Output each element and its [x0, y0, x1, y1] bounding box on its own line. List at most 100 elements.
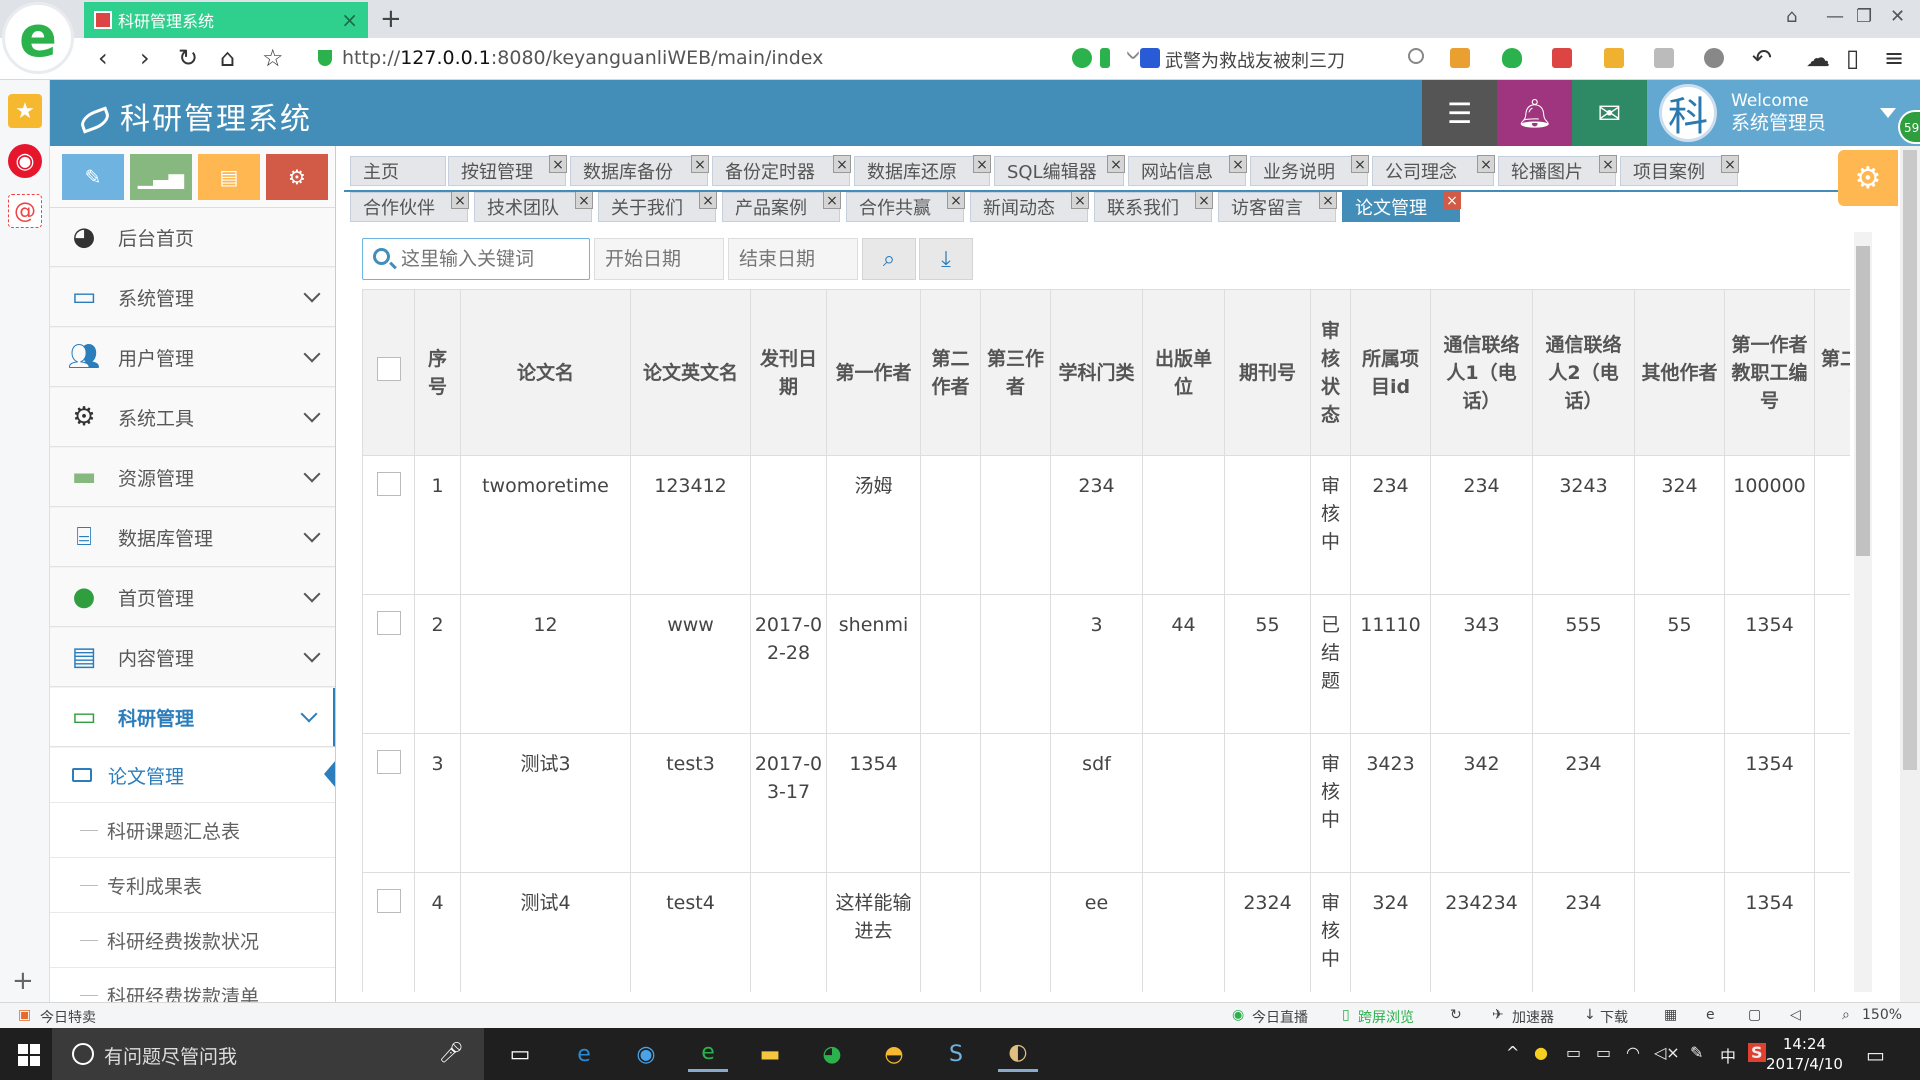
column-header[interactable]: 第三作者: [980, 289, 1051, 456]
row-checkbox[interactable]: [376, 472, 401, 496]
windows-start-icon[interactable]: [18, 1044, 40, 1066]
menu-system[interactable]: ▭ 系统管理: [50, 268, 335, 327]
messages-button[interactable]: ✉: [1572, 80, 1647, 146]
shortcut-stats-button[interactable]: ▁▃▅: [130, 154, 192, 200]
submenu-papers[interactable]: 论文管理: [50, 748, 335, 803]
window-icon[interactable]: ▢: [1748, 1007, 1761, 1023]
tab-papers-active[interactable]: 论文管理 ×: [1342, 191, 1461, 222]
tab-db-restore[interactable]: 数据库还原 ×: [854, 155, 991, 186]
column-header[interactable]: 论文英文名: [630, 289, 751, 456]
game-icon[interactable]: [1604, 48, 1624, 68]
menu-users[interactable]: 👥︎ 用户管理: [50, 328, 335, 387]
speed-icon[interactable]: [1072, 48, 1092, 68]
tab-projects[interactable]: 项目案例 ×: [1620, 155, 1739, 186]
close-tab-icon[interactable]: ×: [451, 191, 469, 209]
wechat-icon[interactable]: ◕: [812, 1036, 852, 1072]
tab-business[interactable]: 业务说明 ×: [1250, 155, 1369, 186]
favorite-star-icon[interactable]: ☆: [262, 44, 284, 72]
close-tab-icon[interactable]: ×: [1195, 191, 1213, 209]
tab-db-backup[interactable]: 数据库备份 ×: [570, 155, 709, 186]
column-header[interactable]: 所属项目id: [1350, 289, 1431, 456]
shortcut-settings-button[interactable]: ⚙: [266, 154, 328, 200]
row-checkbox[interactable]: [376, 750, 401, 774]
weibo-icon[interactable]: ◉: [8, 144, 42, 178]
browser-tab-active[interactable]: 科研管理系统 ×: [84, 2, 368, 38]
ime-indicator[interactable]: 中: [1720, 1043, 1736, 1067]
column-header[interactable]: 第一作者教职工编号: [1724, 289, 1815, 456]
360-browser-icon[interactable]: e: [688, 1036, 728, 1072]
column-header[interactable]: 第二作者: [920, 289, 981, 456]
sogou-ime-icon[interactable]: S: [1748, 1043, 1766, 1062]
tab-philosophy[interactable]: 公司理念 ×: [1372, 155, 1495, 186]
submenu-funding-status[interactable]: 科研经费拨款状况: [50, 913, 335, 968]
close-tab-icon[interactable]: ×: [341, 8, 358, 32]
back-button[interactable]: ‹: [98, 44, 108, 72]
minimize-button[interactable]: —: [1826, 6, 1844, 27]
submenu-patents[interactable]: 专利成果表: [50, 858, 335, 913]
undo-icon[interactable]: ↶: [1752, 44, 1772, 72]
column-header[interactable]: 通信联络人2（电话）: [1532, 289, 1635, 456]
action-center-icon[interactable]: ▭: [1866, 1043, 1885, 1067]
column-header[interactable]: 审核状态: [1310, 289, 1351, 456]
close-tab-icon[interactable]: ×: [947, 191, 965, 209]
reload-button[interactable]: ↻: [178, 44, 198, 72]
ie-icon[interactable]: e: [1706, 1007, 1715, 1023]
shortcut-edit-button[interactable]: ✎: [62, 154, 124, 200]
tray-device-icon[interactable]: ▭: [1566, 1043, 1581, 1062]
close-tab-icon[interactable]: ×: [833, 155, 851, 173]
shortcut-book-button[interactable]: ▤: [198, 154, 260, 200]
close-tab-icon[interactable]: ×: [1443, 191, 1461, 209]
tab-product-cases[interactable]: 产品案例 ×: [722, 191, 841, 222]
phone-icon[interactable]: ▯: [1846, 44, 1859, 72]
column-header[interactable]: 学科门类: [1050, 289, 1143, 456]
page-scrollbar[interactable]: [1900, 146, 1920, 1002]
keyword-input[interactable]: [399, 247, 584, 271]
table-scrollbar-thumb[interactable]: [1856, 246, 1870, 556]
user-menu-button[interactable]: 科 Welcome 系统管理员: [1647, 80, 1920, 146]
cross-screen-link[interactable]: 跨屏浏览: [1358, 1007, 1414, 1027]
tab-win-win[interactable]: 合作共赢 ×: [846, 191, 965, 222]
app-title[interactable]: 科研管理系统: [77, 94, 312, 138]
forward-button[interactable]: ›: [140, 44, 150, 72]
add-sidebar-item-icon[interactable]: +: [12, 966, 34, 996]
tab-site-info[interactable]: 网站信息 ×: [1128, 155, 1247, 186]
menu-resources[interactable]: ▬ 资源管理: [50, 448, 335, 507]
settings-panel-button[interactable]: ⚙: [1838, 150, 1898, 206]
tab-news[interactable]: 新闻动态 ×: [970, 191, 1089, 222]
close-tab-icon[interactable]: ×: [1721, 155, 1739, 173]
edge-icon[interactable]: e: [564, 1036, 604, 1072]
close-tab-icon[interactable]: ×: [1229, 155, 1247, 173]
column-header[interactable]: 期刊号: [1224, 289, 1311, 456]
close-tab-icon[interactable]: ×: [823, 191, 841, 209]
mail-at-icon[interactable]: @: [8, 194, 42, 228]
table-row[interactable]: 4 测试4 test4 这样能输进去 ee 2324 审核中 324 23423…: [362, 872, 1850, 992]
table-row[interactable]: 2 12 www 2017-02-28 shenmi 3 44 55 已结题 1…: [362, 594, 1850, 734]
close-tab-icon[interactable]: ×: [699, 191, 717, 209]
page-scrollbar-thumb[interactable]: [1903, 150, 1917, 770]
pen-icon[interactable]: ✎: [1690, 1043, 1703, 1062]
submenu-funding-list[interactable]: 科研经费拨款清单: [50, 968, 335, 1002]
volume-icon[interactable]: ◁: [1790, 1007, 1801, 1023]
search-icon[interactable]: [1408, 48, 1424, 64]
menu-database[interactable]: ⌸ 数据库管理: [50, 508, 335, 567]
row-checkbox[interactable]: [376, 611, 401, 635]
column-header[interactable]: 第二作者教职工: [1814, 289, 1850, 456]
volume-mute-icon[interactable]: ◁×: [1654, 1043, 1680, 1062]
new-tab-button[interactable]: +: [380, 4, 402, 34]
download-link[interactable]: 下载: [1600, 1007, 1628, 1027]
column-header[interactable]: 通信联络人1（电话）: [1430, 289, 1533, 456]
shield-icon[interactable]: [1502, 48, 1522, 68]
url-field[interactable]: http://127.0.0.1:8080/keyanguanliWEB/mai…: [318, 47, 823, 69]
column-header[interactable]: 出版单位: [1142, 289, 1225, 456]
table-row[interactable]: 1 twomoretime 123412 汤姆 234 审核中 234 234 …: [362, 455, 1850, 595]
notifications-button[interactable]: 🔔︎: [1497, 80, 1572, 146]
skin-icon[interactable]: ⌂: [1786, 6, 1797, 27]
paint-icon[interactable]: ◐: [998, 1036, 1038, 1072]
start-date-input[interactable]: [603, 247, 718, 271]
zoom-level[interactable]: 150%: [1862, 1007, 1902, 1023]
screenshot-icon[interactable]: [1654, 48, 1674, 68]
table-row[interactable]: 3 测试3 test3 2017-03-17 1354 sdf 审核中 3423…: [362, 733, 1850, 873]
menu-homepage[interactable]: ● 首页管理: [50, 568, 335, 627]
tab-team[interactable]: 技术团队 ×: [474, 191, 593, 222]
table-scrollbar[interactable]: [1854, 232, 1872, 992]
